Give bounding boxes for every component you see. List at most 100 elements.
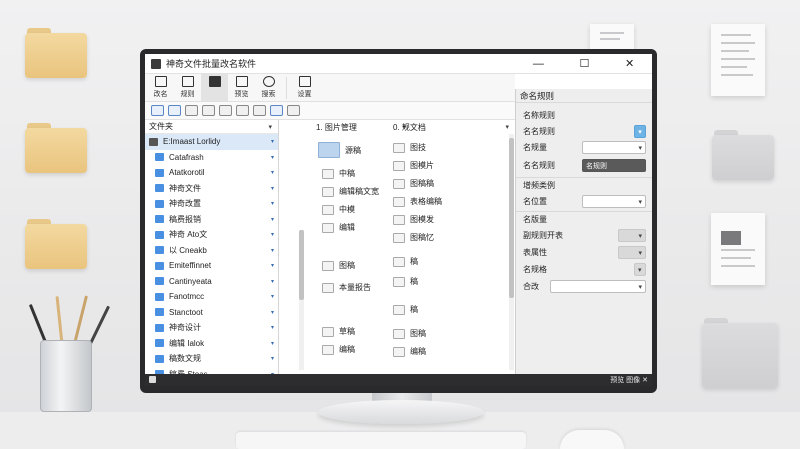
tree-item[interactable]: Cantinyeata ▾ — [145, 274, 278, 290]
window-controls: — ☐ ✕ — [515, 54, 652, 74]
file-item[interactable]: 稿 — [393, 256, 418, 267]
chevron-down-icon[interactable]: ▾ — [271, 200, 274, 207]
prop-row: 名称规则 — [523, 110, 555, 120]
document-button[interactable] — [201, 74, 228, 101]
chevron-down-icon[interactable]: ▾ — [505, 123, 509, 131]
file-item[interactable]: 草稿 — [322, 326, 355, 337]
file-item[interactable]: 编稿 — [393, 346, 426, 357]
chevron-down-icon[interactable]: ▾ — [271, 309, 274, 316]
file-item[interactable]: 稿 — [393, 304, 418, 315]
file-item[interactable]: 本量报告 — [322, 282, 371, 293]
tree-item[interactable]: Atatkorotil ▾ — [145, 165, 278, 181]
file-icon — [393, 232, 405, 243]
file-item[interactable]: 稿 — [393, 276, 418, 287]
search-button[interactable]: 搜索 — [255, 74, 282, 101]
scrollbar[interactable] — [299, 230, 304, 370]
settings-button[interactable]: 设置 — [291, 74, 318, 101]
file-item[interactable]: 中模 — [322, 204, 355, 215]
file-item[interactable]: 图稿稿 — [393, 178, 434, 189]
settings-icon — [298, 76, 311, 87]
file-item[interactable]: 表格编稿 — [393, 196, 442, 207]
grid-icon[interactable] — [287, 105, 300, 116]
panel-title: 命名规则 — [516, 89, 652, 103]
chevron-down-icon[interactable]: ▾ — [271, 293, 274, 300]
title-bar: 神奇文件批量改名软件 — [145, 54, 515, 74]
chevron-down-icon[interactable]: ▾ — [271, 216, 274, 223]
folder-icon — [155, 168, 164, 177]
tree-item[interactable]: 稿数文规 ▾ — [145, 351, 278, 367]
ribbon-divider — [286, 77, 287, 99]
copy-icon[interactable] — [202, 105, 215, 116]
view-icon[interactable] — [270, 105, 283, 116]
folder-icon — [25, 28, 87, 78]
file-item[interactable]: 图模发 — [393, 214, 434, 225]
link-icon[interactable] — [151, 105, 164, 116]
rename-button[interactable]: 改名 — [147, 74, 174, 101]
option-dropdown[interactable]: ▾ — [634, 263, 646, 276]
file-item[interactable]: 图稿 — [393, 328, 426, 339]
prop-row: 增频类例 — [516, 177, 652, 193]
chevron-down-icon[interactable]: ▾ — [268, 123, 272, 131]
tree-item[interactable]: 稿费报销 ▾ — [145, 212, 278, 228]
chevron-down-icon[interactable]: ▾ — [271, 247, 274, 254]
list-icon[interactable] — [219, 105, 232, 116]
tree-item[interactable]: Fanotmcc ▾ — [145, 289, 278, 305]
file-item[interactable]: 图模片 — [393, 160, 434, 171]
close-button[interactable]: ✕ — [625, 57, 634, 70]
preview-button[interactable]: 预览 — [228, 74, 255, 101]
chevron-down-icon[interactable]: ▾ — [271, 138, 274, 145]
undo-icon[interactable] — [185, 105, 198, 116]
rules-button[interactable]: 规则 — [174, 74, 201, 101]
folder-icon — [318, 142, 340, 158]
tree-item[interactable]: Emiteffinnet ▾ — [145, 258, 278, 274]
chevron-down-icon: ▾ — [638, 266, 642, 274]
chevron-down-icon[interactable]: ▾ — [271, 355, 274, 362]
file-item[interactable]: 编辑稿文宽 — [322, 186, 379, 197]
chevron-down-icon[interactable]: ▾ — [271, 324, 274, 331]
tree-item[interactable]: Stanctoot ▾ — [145, 305, 278, 321]
chevron-down-icon[interactable]: ▾ — [271, 169, 274, 176]
tree-item[interactable]: 神奇文件 ▾ — [145, 181, 278, 197]
chevron-down-icon[interactable]: ▾ — [271, 185, 274, 192]
unlink-icon[interactable] — [168, 105, 181, 116]
file-icon — [322, 204, 334, 215]
file-item[interactable]: 图稿 — [322, 260, 355, 271]
split-icon[interactable] — [236, 105, 249, 116]
tree-root[interactable]: E:Imaast Lorlidy ▾ — [145, 134, 278, 150]
tree-item[interactable]: 神奇 Ato文 ▾ — [145, 227, 278, 243]
document-icon — [208, 76, 221, 87]
file-item[interactable]: 编稿 — [322, 344, 355, 355]
folder-icon — [155, 323, 164, 332]
file-item[interactable]: 源稿 — [318, 142, 361, 158]
file-item[interactable]: 图技 — [393, 142, 426, 153]
chevron-down-icon[interactable]: ▾ — [271, 278, 274, 285]
file-icon — [393, 196, 405, 207]
tree-item[interactable]: 神奇设计 ▾ — [145, 320, 278, 336]
chevron-down-icon: ▾ — [638, 249, 642, 257]
file-item[interactable]: 图稿忆 — [393, 232, 434, 243]
chevron-down-icon[interactable]: ▾ — [271, 262, 274, 269]
folder-icon — [25, 123, 87, 173]
merge-dropdown[interactable]: ▾ — [550, 280, 646, 293]
tree-item[interactable]: Catafrash ▾ — [145, 150, 278, 166]
chevron-down-icon[interactable]: ▾ — [271, 231, 274, 238]
option-dropdown[interactable]: ▾ — [618, 229, 646, 242]
file-item[interactable]: 编辑 — [322, 222, 355, 233]
scrollbar[interactable] — [509, 134, 514, 370]
rule-dropdown[interactable]: ▾ — [582, 141, 646, 154]
chevron-down-icon[interactable]: ▾ — [271, 340, 274, 347]
chevron-down-icon[interactable]: ▾ — [271, 154, 274, 161]
pipe-icon[interactable] — [253, 105, 266, 116]
tree-item[interactable]: 神奇改置 ▾ — [145, 196, 278, 212]
status-right: 预览 图像 ✕ — [610, 377, 648, 384]
tree-item[interactable]: 编辑 Ialok ▾ — [145, 336, 278, 352]
minimize-button[interactable]: — — [533, 58, 544, 70]
rule-toggle[interactable]: ▾ — [634, 125, 646, 138]
rule-field[interactable]: 名规则 — [582, 159, 646, 172]
file-item[interactable]: 中稿 — [322, 168, 355, 179]
option-dropdown[interactable]: ▾ — [618, 246, 646, 259]
folder-icon — [155, 277, 164, 286]
tree-item[interactable]: 以 Cneakb ▾ — [145, 243, 278, 259]
maximize-button[interactable]: ☐ — [579, 57, 589, 70]
position-dropdown[interactable]: ▾ — [582, 195, 646, 208]
